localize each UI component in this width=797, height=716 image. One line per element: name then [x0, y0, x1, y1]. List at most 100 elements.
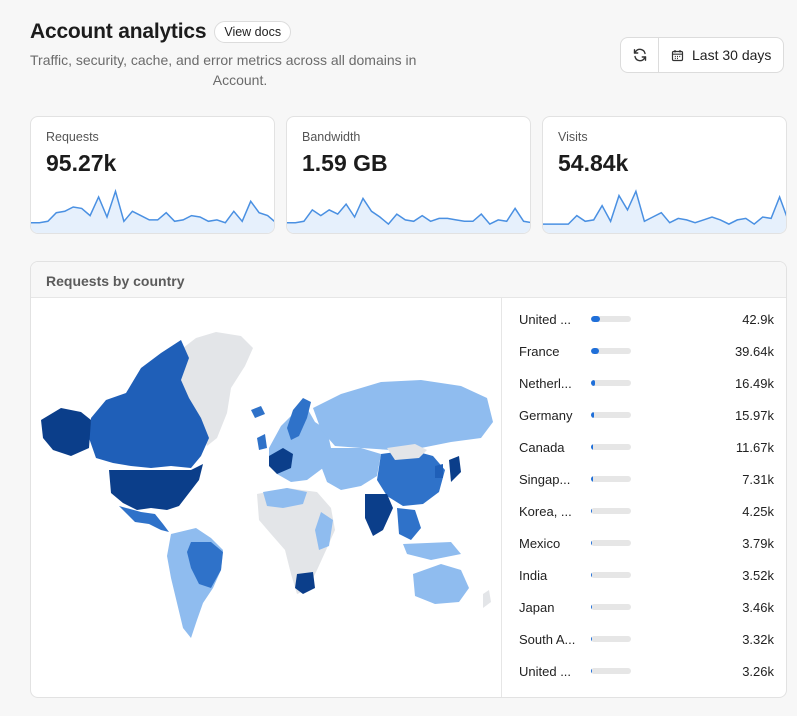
country-count: 16.49k	[734, 375, 774, 391]
country-name: United ...	[519, 311, 572, 327]
visits-sparkline	[543, 189, 786, 233]
country-share-bar	[591, 444, 631, 450]
country-share-fill	[591, 604, 592, 610]
country-row[interactable]: Mexico 3.79k	[519, 533, 774, 553]
requests-sparkline	[31, 188, 274, 233]
indonesia-region[interactable]	[403, 542, 461, 560]
country-count: 3.52k	[742, 567, 774, 583]
country-row[interactable]: Germany 15.97k	[519, 405, 774, 425]
calendar-icon	[671, 49, 684, 61]
country-row[interactable]: Netherl... 16.49k	[519, 373, 774, 393]
bandwidth-sparkline	[287, 196, 530, 233]
country-share-fill	[591, 412, 595, 418]
country-list: United ... 42.9k France 39.64k Netherl... 16.…	[501, 298, 786, 697]
country-share-bar	[591, 508, 631, 514]
country-share-fill	[591, 572, 592, 578]
country-row[interactable]: India 3.52k	[519, 565, 774, 585]
subtitle-line-1: Traffic, security, cache, and error metr…	[30, 52, 417, 68]
view-docs-button[interactable]: View docs	[214, 21, 292, 43]
card-label: Bandwidth	[302, 130, 361, 144]
country-share-fill	[591, 348, 599, 354]
country-count: 7.31k	[742, 471, 774, 487]
country-name: Japan	[519, 599, 555, 615]
header: Account analytics View docs	[30, 20, 292, 44]
country-share-bar	[591, 572, 631, 578]
country-share-fill	[591, 444, 594, 450]
card-label: Visits	[558, 130, 588, 144]
country-name: Korea, ...	[519, 503, 572, 519]
sparkline-area	[543, 191, 786, 233]
date-range-label: Last 30 days	[692, 47, 772, 63]
bandwidth-card[interactable]: Bandwidth 1.59 GB	[286, 116, 531, 234]
country-row[interactable]: South A... 3.32k	[519, 629, 774, 649]
country-share-fill	[591, 316, 600, 322]
country-name: France	[519, 343, 560, 359]
country-row[interactable]: Canada 11.67k	[519, 437, 774, 457]
country-name: Mexico	[519, 535, 561, 551]
country-name: Netherl...	[519, 375, 572, 391]
country-share-bar	[591, 380, 631, 386]
sparkline-area	[31, 191, 274, 233]
requests-by-country-panel: Requests by country United ... 42.9k Fra…	[30, 261, 787, 698]
se-asia-region[interactable]	[397, 508, 421, 540]
mexico-region[interactable]	[119, 506, 169, 532]
world-map-svg	[41, 332, 493, 638]
country-row[interactable]: Korea, ... 4.25k	[519, 501, 774, 521]
uk-region[interactable]	[257, 434, 267, 450]
sparkline-area	[287, 198, 530, 233]
country-name: India	[519, 567, 548, 583]
iceland-region[interactable]	[251, 406, 265, 418]
country-share-bar	[591, 316, 631, 322]
country-name: Canada	[519, 439, 565, 455]
page-subtitle: Traffic, security, cache, and error metr…	[30, 50, 450, 90]
country-share-bar	[591, 604, 631, 610]
new-zealand-region[interactable]	[483, 590, 491, 608]
alaska-region[interactable]	[41, 408, 91, 456]
central-asia-region[interactable]	[321, 448, 381, 490]
country-count: 3.46k	[742, 599, 774, 615]
country-share-bar	[591, 636, 631, 642]
country-name: Singap...	[519, 471, 571, 487]
visits-card[interactable]: Visits 54.84k	[542, 116, 787, 234]
country-share-fill	[591, 476, 593, 482]
usa-region[interactable]	[109, 464, 203, 510]
country-share-fill	[591, 668, 592, 674]
korea-region[interactable]	[435, 464, 443, 478]
country-count: 3.26k	[742, 663, 774, 679]
world-map[interactable]	[31, 298, 501, 697]
refresh-button[interactable]	[621, 38, 659, 72]
country-count: 11.67k	[735, 439, 774, 455]
country-count: 42.9k	[742, 311, 774, 327]
country-name: South A...	[519, 631, 576, 647]
subtitle-line-2: Account.	[212, 72, 268, 88]
india-region[interactable]	[365, 494, 393, 536]
japan-region[interactable]	[449, 456, 461, 482]
country-count: 4.25k	[742, 503, 774, 519]
refresh-icon	[633, 48, 646, 62]
country-share-bar	[591, 476, 631, 482]
requests-card[interactable]: Requests 95.27k	[30, 116, 275, 234]
country-share-bar	[591, 668, 631, 674]
country-row[interactable]: United ... 3.26k	[519, 661, 774, 681]
country-share-fill	[591, 540, 592, 546]
country-row[interactable]: United ... 42.9k	[519, 309, 774, 329]
country-name: Germany	[519, 407, 573, 423]
card-value: 54.84k	[558, 150, 629, 176]
country-row[interactable]: France 39.64k	[519, 341, 774, 361]
country-count: 39.64k	[734, 343, 774, 359]
card-label: Requests	[46, 130, 99, 144]
country-row[interactable]: Japan 3.46k	[519, 597, 774, 617]
country-count: 15.97k	[734, 407, 774, 423]
analytics-page: Account analytics View docs Traffic, sec…	[0, 0, 797, 716]
country-row[interactable]: Singap... 7.31k	[519, 469, 774, 489]
country-share-bar	[591, 348, 631, 354]
country-share-bar	[591, 412, 631, 418]
country-count: 3.79k	[742, 535, 774, 551]
panel-title: Requests by country	[31, 262, 786, 298]
country-share-fill	[591, 636, 592, 642]
toolbar: Last 30 days	[620, 37, 785, 73]
russia-region[interactable]	[313, 380, 493, 450]
country-share-bar	[591, 540, 631, 546]
australia-region[interactable]	[413, 564, 469, 604]
date-range-button[interactable]: Last 30 days	[659, 38, 783, 72]
